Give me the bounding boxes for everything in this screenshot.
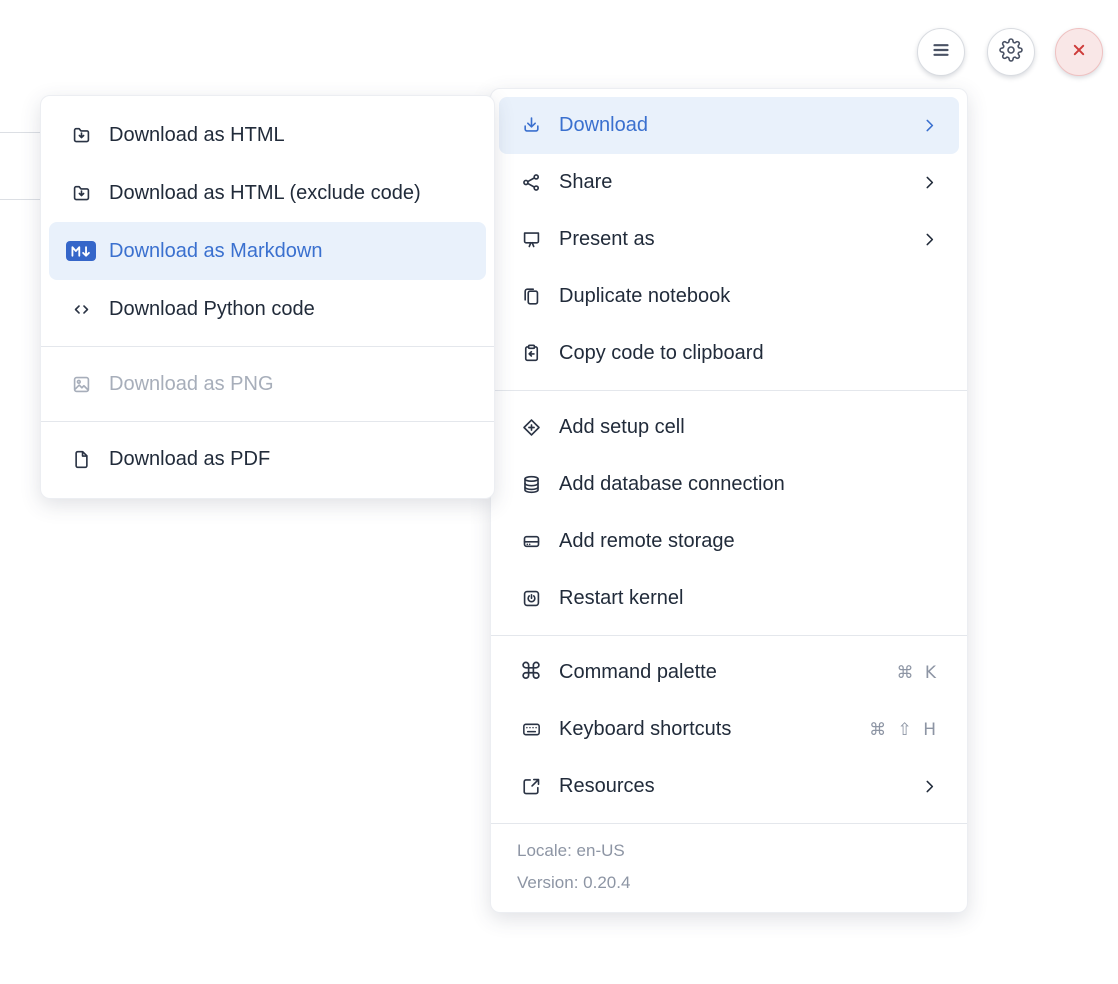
menu-item-label: Command palette: [559, 661, 896, 684]
menu-item-label: Download as PNG: [109, 373, 466, 396]
menu-item-present-as[interactable]: Present as: [499, 211, 959, 268]
menu-item-share[interactable]: Share: [499, 154, 959, 211]
menu-item-download-pdf[interactable]: Download as PDF: [49, 430, 486, 488]
hamburger-menu-button[interactable]: [917, 28, 965, 76]
present-icon: [517, 228, 545, 251]
gear-icon: [999, 38, 1023, 67]
menu-item-label: Add remote storage: [559, 530, 939, 553]
menu-footer: Locale: en-US Version: 0.20.4: [491, 823, 967, 912]
download-icon: [517, 114, 545, 137]
menu-item-download-markdown[interactable]: Download as Markdown: [49, 222, 486, 280]
version-text: Version: 0.20.4: [517, 867, 947, 899]
folder-download-icon: [67, 182, 95, 205]
menu-item-label: Add setup cell: [559, 416, 939, 439]
close-button[interactable]: [1055, 28, 1103, 76]
database-icon: [517, 473, 545, 496]
download-submenu-panel: Download as HTML Download as HTML (exclud…: [40, 95, 495, 499]
share-icon: [517, 171, 545, 194]
keyboard-icon: [517, 718, 545, 741]
duplicate-icon: [517, 285, 545, 308]
shortcut-hint: ⌘ ⇧ H: [869, 720, 939, 740]
menu-item-download-html-exclude[interactable]: Download as HTML (exclude code): [49, 164, 486, 222]
markdown-badge: [66, 241, 96, 261]
folder-download-icon: [67, 124, 95, 147]
menu-item-label: Download as PDF: [109, 448, 466, 471]
main-menu-items: Download Share Present as Duplicate noteboo…: [491, 97, 967, 815]
menu-item-label: Download as HTML: [109, 124, 466, 147]
background-divider-line: [0, 199, 40, 200]
menu-item-label: Download as Markdown: [109, 240, 466, 263]
hamburger-icon: [929, 38, 953, 67]
menu-item-label: Restart kernel: [559, 587, 939, 610]
menu-item-resources[interactable]: Resources: [499, 758, 959, 815]
menu-item-add-setup-cell[interactable]: Add setup cell: [499, 399, 959, 456]
page-background: Download Share Present as Duplicate noteboo…: [0, 0, 1118, 984]
main-menu-panel: Download Share Present as Duplicate noteboo…: [490, 88, 968, 913]
menu-item-add-remote-storage[interactable]: Add remote storage: [499, 513, 959, 570]
menu-item-label: Duplicate notebook: [559, 285, 939, 308]
menu-divider: [491, 390, 967, 391]
settings-button[interactable]: [987, 28, 1035, 76]
menu-item-label: Download: [559, 114, 908, 137]
close-icon: [1067, 38, 1091, 67]
menu-item-label: Resources: [559, 775, 908, 798]
command-icon: ⌘: [517, 661, 545, 684]
markdown-icon: [67, 241, 95, 261]
menu-item-download[interactable]: Download: [499, 97, 959, 154]
menu-item-download-python[interactable]: Download Python code: [49, 280, 486, 338]
code-icon: [67, 298, 95, 321]
menu-item-download-png: Download as PNG: [49, 355, 486, 413]
clipboard-arrow-icon: [517, 342, 545, 365]
menu-item-duplicate-notebook[interactable]: Duplicate notebook: [499, 268, 959, 325]
menu-item-keyboard-shortcuts[interactable]: Keyboard shortcuts⌘ ⇧ H: [499, 701, 959, 758]
chevron-right-icon: [920, 230, 939, 249]
menu-item-label: Download Python code: [109, 298, 466, 321]
diamond-plus-icon: [517, 416, 545, 439]
menu-item-label: Copy code to clipboard: [559, 342, 939, 365]
download-submenu-items: Download as HTML Download as HTML (exclud…: [41, 106, 494, 488]
menu-item-command-palette[interactable]: ⌘ Command palette⌘ K: [499, 644, 959, 701]
locale-text: Locale: en-US: [517, 835, 947, 867]
menu-divider: [491, 635, 967, 636]
storage-drive-icon: [517, 530, 545, 553]
chevron-right-icon: [920, 173, 939, 192]
chevron-right-icon: [920, 116, 939, 135]
external-link-icon: [517, 775, 545, 798]
menu-item-label: Download as HTML (exclude code): [109, 182, 466, 205]
file-icon: [67, 448, 95, 471]
menu-item-label: Add database connection: [559, 473, 939, 496]
menu-item-add-database-connection[interactable]: Add database connection: [499, 456, 959, 513]
menu-divider: [41, 346, 494, 347]
chevron-right-icon: [920, 777, 939, 796]
power-icon: [517, 587, 545, 610]
menu-item-label: Keyboard shortcuts: [559, 718, 869, 741]
menu-item-label: Present as: [559, 228, 908, 251]
menu-item-download-html[interactable]: Download as HTML: [49, 106, 486, 164]
menu-item-copy-code-clipboard[interactable]: Copy code to clipboard: [499, 325, 959, 382]
menu-item-restart-kernel[interactable]: Restart kernel: [499, 570, 959, 627]
shortcut-hint: ⌘ K: [896, 663, 939, 683]
image-icon: [67, 373, 95, 396]
menu-divider: [41, 421, 494, 422]
menu-item-label: Share: [559, 171, 908, 194]
background-divider-line: [0, 132, 40, 133]
